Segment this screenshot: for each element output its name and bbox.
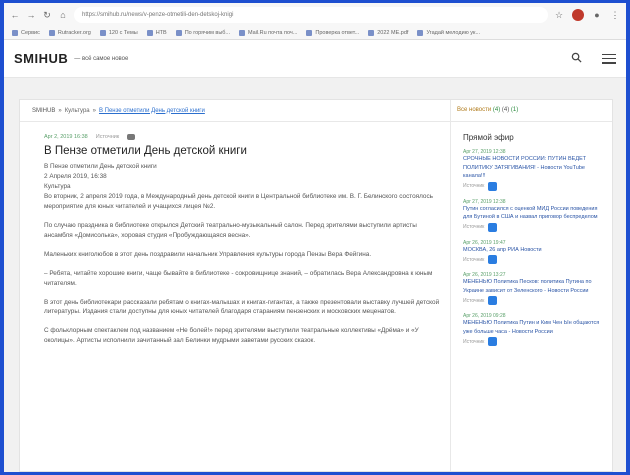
article-subtitle: В Пензе отметили День детской книги bbox=[44, 163, 157, 171]
bookmark-item[interactable]: По горячим выб... bbox=[175, 30, 230, 36]
reload-icon[interactable]: ↻ bbox=[42, 10, 52, 20]
address-bar[interactable]: https://smihub.ru/news/v-penze-otmetili-… bbox=[74, 7, 548, 23]
feed-item: Apr 27, 2019 12:38 СРОЧНЫЕ НОВОСТИ РОССИ… bbox=[463, 149, 603, 191]
bookmark-icon bbox=[306, 30, 313, 36]
breadcrumb-category[interactable]: Культура bbox=[65, 108, 90, 114]
breadcrumb: SMIHUB » Культура » В Пензе отметили Ден… bbox=[20, 100, 612, 122]
bookmark-icon bbox=[12, 30, 18, 36]
feed-item: Apr 26, 2019 19:47 МОСКВА, 26 апр РИА Но… bbox=[463, 240, 603, 265]
bookmark-item[interactable]: Угадай мелодию ук... bbox=[417, 30, 480, 36]
forward-icon[interactable]: → bbox=[26, 10, 36, 20]
bookmark-icon bbox=[417, 30, 424, 36]
site-logo[interactable]: SMIHUB bbox=[14, 51, 68, 66]
bookmark-icon bbox=[368, 30, 375, 36]
extension-icon[interactable] bbox=[572, 9, 584, 21]
article-paragraph: Во вторник, 2 апреля 2019 года, в Междун… bbox=[44, 193, 434, 210]
bookmark-item[interactable]: 120 с Темы bbox=[99, 30, 138, 36]
feed-source[interactable]: Источник bbox=[463, 339, 484, 345]
feed-item: Apr 26, 2019 09:28 МЕНЕНЬЮ Политика Пути… bbox=[463, 313, 603, 347]
menu-dots-icon[interactable]: ⋮ bbox=[610, 10, 620, 20]
feed-link[interactable]: Путин согласился с оценкой МИД России по… bbox=[463, 205, 603, 222]
article-meta: Apr 2, 2019 16:38 Источник bbox=[44, 133, 440, 142]
feed-source[interactable]: Источник bbox=[463, 298, 484, 304]
bookmark-icon bbox=[239, 30, 246, 36]
article: Apr 2, 2019 16:38 Источник В Пензе отмет… bbox=[44, 133, 440, 355]
article-date: Apr 2, 2019 16:38 bbox=[44, 134, 88, 140]
article-dateline: 2 Апреля 2019, 16:38 bbox=[44, 173, 107, 181]
column-divider bbox=[450, 100, 451, 471]
sidebar-title: Прямой эфир bbox=[463, 133, 514, 142]
site-tagline: — всё самое новое bbox=[74, 55, 129, 62]
bookmark-item[interactable]: Проверка ответ... bbox=[306, 30, 359, 36]
feed-link[interactable]: СРОЧНЫЕ НОВОСТИ РОССИИ: ПУТИН ВЕДЕТ ПОЛИ… bbox=[463, 155, 603, 181]
star-icon[interactable]: ☆ bbox=[554, 10, 564, 20]
main-content: SMIHUB » Культура » В Пензе отметили Ден… bbox=[19, 99, 613, 472]
feed-link[interactable]: МОСКВА, 26 апр РИА Новости bbox=[463, 246, 603, 255]
article-paragraph: В этот день библиотекари рассказали ребя… bbox=[44, 298, 440, 316]
bookmark-item[interactable]: Rutracker.org bbox=[48, 30, 91, 36]
bookmark-item[interactable]: НТВ bbox=[146, 30, 167, 36]
bookmark-icon bbox=[48, 30, 55, 36]
feed-source[interactable]: Источник bbox=[463, 183, 484, 189]
source-badge-icon[interactable] bbox=[488, 255, 498, 265]
source-badge-icon[interactable] bbox=[488, 337, 498, 347]
article-paragraph: – Ребята, читайте хорошие книги, чаще бы… bbox=[44, 269, 433, 287]
article-title: В Пензе отметили День детской книги bbox=[44, 144, 247, 157]
back-icon[interactable]: ← bbox=[10, 10, 20, 20]
bookmark-item[interactable]: Mail.Ru почта поч... bbox=[239, 30, 297, 36]
feed-link[interactable]: МЕНЕНЬЮ Политика Путин и Ким Чен Ын обща… bbox=[463, 319, 603, 336]
search-icon[interactable] bbox=[571, 50, 582, 68]
feed-item: Apr 27, 2019 12:38 Путин согласился с оц… bbox=[463, 199, 603, 232]
breadcrumb-current[interactable]: В Пензе отметили День детской книги bbox=[99, 108, 205, 114]
view-icon bbox=[127, 134, 136, 141]
article-source[interactable]: Источник bbox=[96, 133, 119, 142]
article-paragraph: Маленьких книголюбов в этот день поздрав… bbox=[44, 250, 372, 258]
feed-source[interactable]: Источник bbox=[463, 257, 484, 263]
browser-window: ← → ↻ ⌂ https://smihub.ru/news/v-penze-o… bbox=[4, 3, 626, 472]
hamburger-menu-icon[interactable] bbox=[602, 53, 616, 64]
url-text: https://smihub.ru/news/v-penze-otmetili-… bbox=[82, 12, 234, 18]
rating-count: (4) bbox=[492, 107, 501, 113]
site-header: SMIHUB — всё самое новое bbox=[4, 40, 626, 78]
live-feed-sidebar: Прямой эфир Apr 27, 2019 12:38 СРОЧНЫЕ Н… bbox=[463, 133, 603, 354]
feed-item: Apr 26, 2019 13:27 МЕНЕНЬЮ Политика Песк… bbox=[463, 272, 603, 306]
bookmark-icon bbox=[175, 30, 182, 36]
rating-label[interactable]: Все новости bbox=[457, 107, 491, 113]
bookmark-icon bbox=[146, 30, 153, 36]
feed-link[interactable]: МЕНЕНЬЮ Политика Песков: политика Путина… bbox=[463, 278, 603, 295]
breadcrumb-home[interactable]: SMIHUB bbox=[32, 108, 55, 114]
home-icon[interactable]: ⌂ bbox=[58, 10, 68, 20]
article-paragraph: С фольклорным спектаклем под названием «… bbox=[44, 327, 419, 345]
source-badge-icon[interactable] bbox=[488, 181, 498, 191]
article-paragraph: По случаю праздника в библиотеке открылс… bbox=[44, 221, 417, 239]
bookmark-item[interactable]: Сервис bbox=[12, 30, 40, 36]
browser-toolbar: ← → ↻ ⌂ https://smihub.ru/news/v-penze-o… bbox=[4, 3, 626, 27]
bookmark-item[interactable]: 2022 МЕ.pdf bbox=[368, 30, 408, 36]
account-icon[interactable]: ● bbox=[592, 10, 602, 20]
source-badge-icon[interactable] bbox=[488, 296, 498, 306]
rating-count: (4) bbox=[501, 107, 510, 113]
feed-source[interactable]: Источник bbox=[463, 224, 484, 230]
source-badge-icon[interactable] bbox=[488, 222, 498, 232]
rating-count: (1) bbox=[510, 107, 519, 113]
article-category: Культура bbox=[44, 183, 71, 191]
bookmarks-bar: Сервис Rutracker.org 120 с Темы НТВ По г… bbox=[4, 27, 626, 40]
rating-bar: Все новости (4) (4) (1) bbox=[457, 107, 518, 113]
bookmark-icon bbox=[99, 30, 106, 36]
